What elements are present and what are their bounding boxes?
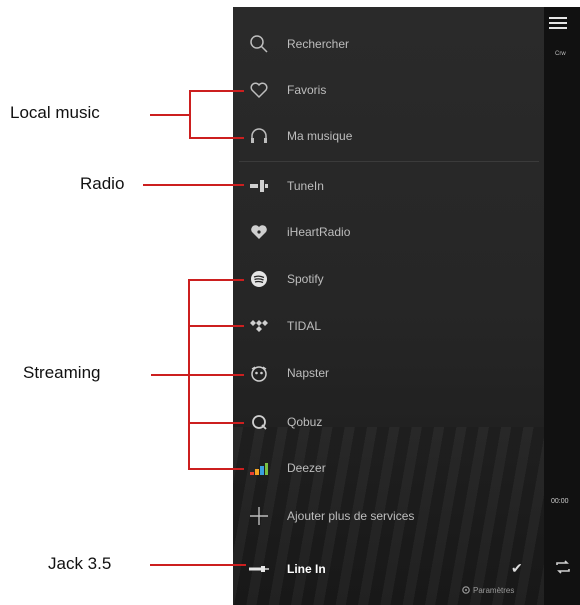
deezer-icon [247, 456, 271, 480]
elapsed-time: 00:00 [551, 498, 569, 505]
menu-item-label: Deezer [287, 461, 326, 475]
now-playing-panel [544, 7, 580, 605]
menu-item-favorites[interactable]: Favoris [233, 67, 544, 113]
menu-item-my-music[interactable]: Ma musique [233, 113, 544, 159]
settings-button[interactable]: Paramètres [461, 585, 514, 595]
search-icon [247, 32, 271, 56]
menu-item-label: TIDAL [287, 319, 322, 333]
top-status-text: Crw [555, 51, 566, 57]
selected-check-icon: ✔ [511, 560, 523, 576]
tunein-icon [247, 174, 271, 198]
annotation-line [150, 564, 246, 566]
annotation-jack: Jack 3.5 [48, 554, 112, 573]
annotation-line [188, 468, 244, 470]
annotation-line [189, 90, 191, 139]
plus-icon [247, 504, 271, 528]
menu-item-label: Ajouter plus de services [287, 509, 415, 523]
menu-item-search[interactable]: Rechercher [233, 21, 544, 67]
menu-item-label: Ma musique [287, 129, 353, 143]
annotation-line [150, 114, 190, 116]
menu-item-deezer[interactable]: Deezer [233, 445, 544, 491]
headphones-icon [247, 124, 271, 148]
hamburger-menu-icon[interactable] [549, 17, 567, 31]
spotify-icon [247, 267, 271, 291]
menu-item-iheartradio[interactable]: iHeartRadio [233, 209, 544, 255]
annotation-line [188, 422, 244, 424]
menu-item-label: TuneIn [287, 179, 324, 193]
menu-item-label: Line In [287, 562, 326, 576]
repeat-icon[interactable] [554, 558, 572, 576]
menu-item-label: iHeartRadio [287, 225, 351, 239]
menu-item-tunein[interactable]: TuneIn [233, 163, 544, 209]
annotation-line [188, 325, 244, 327]
gear-icon [462, 586, 470, 594]
annotation-line [188, 374, 244, 376]
annotation-radio: Radio [80, 174, 125, 193]
annotation-line [151, 374, 189, 376]
annotation-local-music: Local music [10, 103, 100, 122]
heart-icon [247, 78, 271, 102]
menu-item-add-services[interactable]: Ajouter plus de services [233, 493, 544, 539]
annotation-line [189, 137, 244, 139]
annotation-line [189, 90, 244, 92]
menu-item-label: Rechercher [287, 37, 350, 51]
menu-item-label: Favoris [287, 83, 327, 97]
settings-label: Paramètres [473, 585, 515, 595]
tidal-icon [247, 314, 271, 338]
menu-item-tidal[interactable]: TIDAL [233, 303, 544, 349]
menu-item-label: Qobuz [287, 415, 323, 429]
menu-item-spotify[interactable]: Spotify [233, 256, 544, 302]
menu-item-label: Napster [287, 366, 330, 380]
menu-item-qobuz[interactable]: Qobuz [233, 399, 544, 445]
napster-icon [247, 361, 271, 385]
annotation-line [143, 184, 244, 186]
annotation-streaming: Streaming [23, 363, 101, 382]
menu-item-label: Spotify [287, 272, 324, 286]
app-screen: Crw 00:00 Rechercher Favoris Ma musique [233, 7, 580, 605]
qobuz-icon [247, 410, 271, 434]
iheartradio-icon [247, 220, 271, 244]
annotation-line [188, 279, 244, 281]
menu-divider [239, 161, 539, 162]
line-in-icon [247, 557, 271, 581]
source-menu: Rechercher Favoris Ma musique TuneIn iHe… [233, 7, 544, 605]
menu-item-napster[interactable]: Napster [233, 350, 544, 396]
